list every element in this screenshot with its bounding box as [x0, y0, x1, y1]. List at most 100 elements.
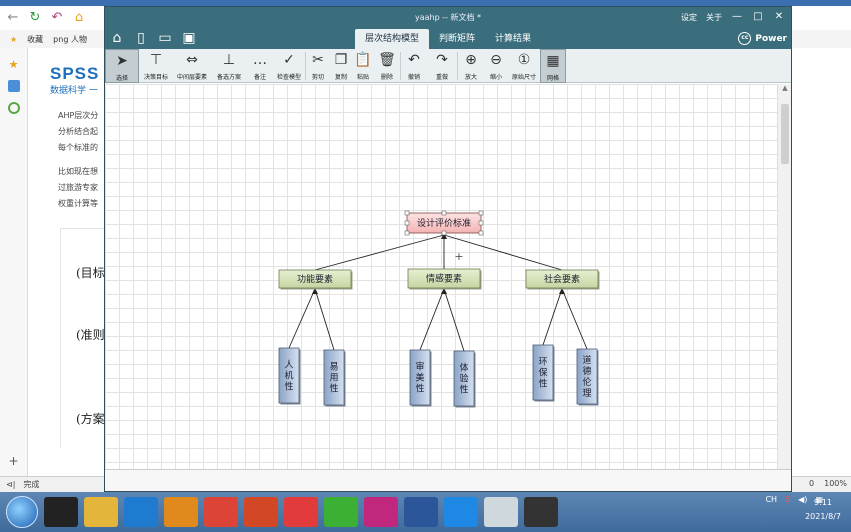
favorite-star-icon[interactable]: ★: [8, 58, 20, 71]
article-text: 分析结合起: [58, 127, 98, 136]
level-label: (准则: [76, 328, 105, 342]
tool-label: 缩小: [489, 74, 502, 81]
selection-handle: [478, 210, 484, 216]
zoom-level[interactable]: 100%: [824, 479, 847, 488]
start-button[interactable]: [6, 496, 38, 528]
tool-cursor-button[interactable]: ➤ 选择: [105, 49, 139, 83]
bookmark-star-icon[interactable]: ★: [10, 35, 17, 44]
office-icon[interactable]: [284, 497, 318, 527]
tool-note-button[interactable]: … 备注: [247, 49, 273, 83]
spss-subtitle: 数据科学 一: [50, 86, 98, 96]
article-text: AHP层次分: [58, 111, 99, 120]
criteria-link-line: [542, 288, 563, 346]
tool-paste-button[interactable]: 📋 粘贴: [352, 49, 374, 83]
paste-icon: 📋: [354, 52, 372, 68]
tab-judgment-matrix[interactable]: 判断矩阵: [429, 29, 485, 49]
close-button[interactable]: ✕: [773, 11, 785, 23]
criteria-node-label: 情感要素: [426, 273, 462, 285]
horizontal-scrollbar[interactable]: [105, 469, 791, 491]
input-method[interactable]: CH: [765, 495, 777, 504]
zoom-out-icon: ⊖: [490, 52, 502, 68]
copy-icon: ❐: [334, 52, 348, 68]
download-count[interactable]: 0: [809, 479, 814, 488]
settings-link[interactable]: 设定: [681, 12, 697, 23]
ahp-icon[interactable]: [484, 497, 518, 527]
tool-copy-button[interactable]: ❐ 复制: [330, 49, 352, 83]
vertical-scrollbar[interactable]: ▲: [777, 84, 791, 469]
tool-label: 原始尺寸: [511, 74, 536, 81]
tool-zoom-in-button[interactable]: ⊕ 放大: [458, 49, 484, 83]
about-link[interactable]: 关于: [706, 12, 722, 23]
tool-actual-size-button[interactable]: ① 原始尺寸: [508, 49, 540, 83]
power-menu[interactable]: cc Power: [738, 32, 787, 45]
back-icon[interactable]: ←: [6, 11, 20, 25]
tool-redo-button[interactable]: ↷ 重做: [427, 49, 457, 83]
qq-icon[interactable]: [44, 497, 78, 527]
history-icon[interactable]: [7, 102, 20, 114]
tab-hierarchy-model[interactable]: 层次结构模型: [355, 29, 430, 49]
powerpoint-icon[interactable]: [244, 497, 278, 527]
goal-icon: ⊤: [149, 52, 163, 68]
tool-cut-button[interactable]: ✂ 剪切: [306, 49, 330, 83]
home-icon[interactable]: ⌂: [72, 11, 86, 25]
level-label: (目标: [76, 266, 105, 280]
obs-icon[interactable]: [524, 497, 558, 527]
word-icon[interactable]: [404, 497, 438, 527]
scroll-up-icon[interactable]: ▲: [778, 84, 792, 96]
taskbar: CH S ◀) ▦ 9:11 2021/8/7: [0, 492, 851, 532]
level-label: (方案: [76, 412, 105, 426]
power-cc-icon: cc: [738, 32, 752, 45]
maximize-button[interactable]: □: [752, 11, 764, 23]
alternative-node-label: 道德伦理: [582, 354, 591, 399]
criteria-link-line: [288, 288, 316, 349]
goal-node-label: 设计评价标准: [417, 217, 471, 229]
meeting-icon[interactable]: [444, 497, 478, 527]
criteria-node-label: 社会要素: [544, 273, 580, 285]
tool-label: 备注: [253, 74, 266, 81]
criteria-link-line: [419, 288, 445, 351]
undo-icon: ↶: [408, 52, 420, 68]
title-bar[interactable]: yaahp -- 新文档 * 设定 关于 — □ ✕: [105, 7, 791, 29]
goal-link-line: [314, 234, 445, 271]
tool-middle-button[interactable]: ⇔ 中间层要素: [173, 49, 211, 83]
tool-alternative-button[interactable]: ⊥ 备选方案: [211, 49, 247, 83]
add-icon[interactable]: +: [8, 454, 20, 468]
tool-label: 撤销: [407, 74, 420, 81]
tool-delete-button[interactable]: 🗑 删除: [374, 49, 400, 83]
chrome-icon[interactable]: [204, 497, 238, 527]
scrollbar-thumb[interactable]: [781, 104, 789, 164]
save-icon[interactable]: ▣: [181, 30, 197, 46]
new-file-icon[interactable]: ▯: [133, 30, 149, 46]
clock-time: 9:11: [814, 498, 833, 507]
tool-check-button[interactable]: ✓ 检查模型: [273, 49, 305, 83]
reader-icon[interactable]: [7, 80, 20, 92]
minimize-button[interactable]: —: [731, 11, 743, 23]
pointer-icon[interactable]: [364, 497, 398, 527]
tab-calculation-results[interactable]: 计算结果: [485, 29, 541, 49]
hierarchy-diagram: 设计评价标准功能要素 情感要素 社会要素人机性 易用性 审美性 体验性 环保性 道德伦理 +: [278, 210, 600, 408]
tool-undo-button[interactable]: ↶ 撤销: [401, 49, 427, 83]
power-label: Power: [755, 33, 787, 44]
tool-label: 决策目标: [143, 74, 168, 81]
model-canvas[interactable]: 设计评价标准 功能要素 情感要素 社会要素 人机性 易用性 审美性 体验性 环保性 道德伦理 +: [105, 84, 777, 469]
sogou-tray-icon[interactable]: S: [785, 495, 790, 504]
bookmark-item[interactable]: 收藏: [27, 34, 43, 45]
bookmark-item[interactable]: png 人物: [53, 34, 87, 45]
tool-label: 重做: [435, 74, 448, 81]
taskbar-apps: [38, 497, 558, 527]
open-folder-icon[interactable]: ▭: [157, 30, 173, 46]
refresh-icon[interactable]: ↻: [28, 11, 42, 25]
files-icon[interactable]: [84, 497, 118, 527]
tool-goal-button[interactable]: ⊤ 决策目标: [139, 49, 173, 83]
clock[interactable]: 9:11 2021/8/7: [805, 496, 841, 524]
sogou-icon[interactable]: [124, 497, 158, 527]
tool-grid-button[interactable]: ▦ 网格: [540, 49, 566, 83]
search-icon[interactable]: [164, 497, 198, 527]
wechat-icon[interactable]: [324, 497, 358, 527]
tool-zoom-out-button[interactable]: ⊖ 缩小: [484, 49, 508, 83]
delete-icon: 🗑: [378, 52, 396, 68]
tool-label: 删除: [380, 74, 393, 81]
home-icon[interactable]: ⌂: [109, 30, 125, 46]
undo-close-icon[interactable]: ↶: [50, 11, 64, 25]
title-bar-controls: 设定 关于 — □ ✕: [681, 11, 785, 23]
